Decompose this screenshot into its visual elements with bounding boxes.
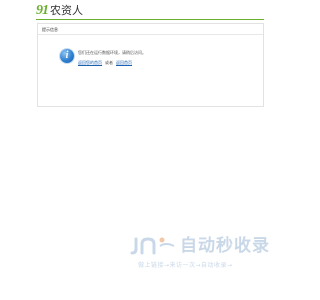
watermark-subtitle: 做上链接→来访一次→自动收录→ bbox=[138, 262, 233, 269]
status-message: 您们还在运行数据环境，请稍后访问。 bbox=[78, 50, 146, 55]
message-panel: 提示信息 i 您们还在运行数据环境，请稍后访问。 返回您的首页 或者 返回首页 bbox=[37, 23, 264, 107]
header-divider bbox=[36, 19, 264, 20]
site-name: 农资人 bbox=[50, 4, 83, 17]
watermark-logo-icon bbox=[130, 237, 175, 255]
panel-title: 提示信息 bbox=[42, 27, 58, 32]
site-logo[interactable]: 91 农资人 bbox=[36, 4, 83, 18]
logo-mark: 91 bbox=[36, 3, 49, 18]
info-icon: i bbox=[60, 49, 74, 63]
return-home-link[interactable]: 返回首页 bbox=[116, 60, 132, 65]
watermark-title: 自动秒收录 bbox=[180, 236, 270, 256]
panel-title-divider bbox=[38, 34, 263, 35]
site-header: 91 农资人 bbox=[0, 0, 300, 20]
return-your-home-link[interactable]: 返回您的首页 bbox=[78, 60, 102, 65]
link-separator: 或者 bbox=[105, 60, 113, 65]
action-links: 返回您的首页 或者 返回首页 bbox=[78, 60, 132, 65]
watermark: 自动秒收录 做上链接→来访一次→自动收录→ bbox=[130, 236, 280, 276]
